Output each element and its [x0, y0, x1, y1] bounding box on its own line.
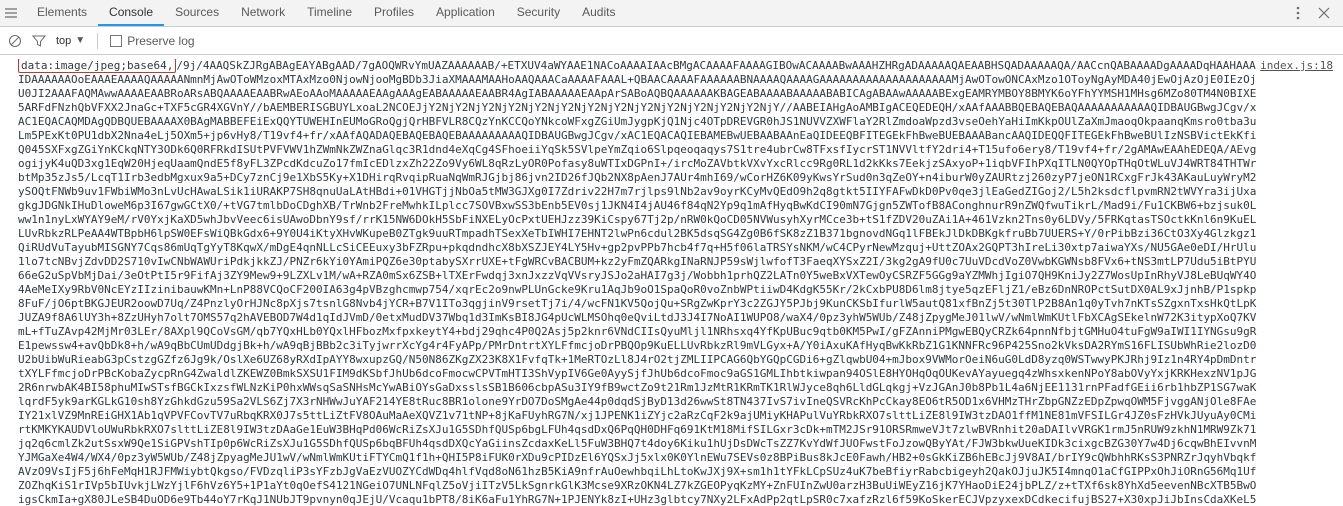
data-url-body: /9j/4AAQSkZJRgABAgEAYABgAAD/7gAOQWRvYmUA…: [18, 59, 1256, 506]
message-source-link[interactable]: index.js:18: [1260, 59, 1337, 72]
toolbar-separator: [97, 33, 98, 49]
tab-timeline[interactable]: Timeline: [296, 0, 363, 26]
preserve-log-label: Preserve log: [127, 34, 194, 48]
top-right-icons: [1291, 6, 1339, 20]
tab-sources[interactable]: Sources: [164, 0, 230, 26]
kebab-menu-icon[interactable]: [1291, 6, 1305, 20]
console-message-text: data:image/jpeg;base64,/9j/4AAQSkZJRgABA…: [6, 59, 1260, 506]
close-icon[interactable]: [1317, 6, 1331, 20]
filter-icon[interactable]: [32, 34, 46, 48]
chevron-down-icon: ▼: [75, 35, 85, 46]
data-url-prefix: data:image/jpeg;base64,: [18, 59, 176, 73]
console-toolbar: top ▼ Preserve log: [0, 27, 1343, 55]
tab-network[interactable]: Network: [230, 0, 296, 26]
tab-application[interactable]: Application: [425, 0, 506, 26]
hamburger-icon[interactable]: [4, 6, 18, 20]
tab-elements[interactable]: Elements: [26, 0, 98, 26]
context-selector[interactable]: top ▼: [56, 35, 85, 47]
console-output: data:image/jpeg;base64,/9j/4AAQSkZJRgABA…: [0, 55, 1343, 506]
devtools-tab-bar: Elements Console Sources Network Timelin…: [0, 0, 1343, 27]
preserve-log-toggle[interactable]: Preserve log: [110, 34, 194, 48]
tab-console[interactable]: Console: [98, 0, 164, 26]
clear-console-icon[interactable]: [8, 34, 22, 48]
tab-audits[interactable]: Audits: [571, 0, 626, 26]
context-selector-label: top: [56, 35, 71, 47]
tab-profiles[interactable]: Profiles: [363, 0, 425, 26]
tabs: Elements Console Sources Network Timelin…: [26, 0, 626, 26]
tab-security[interactable]: Security: [506, 0, 571, 26]
console-message-row: data:image/jpeg;base64,/9j/4AAQSkZJRgABA…: [6, 59, 1337, 506]
preserve-log-checkbox[interactable]: [110, 35, 122, 47]
